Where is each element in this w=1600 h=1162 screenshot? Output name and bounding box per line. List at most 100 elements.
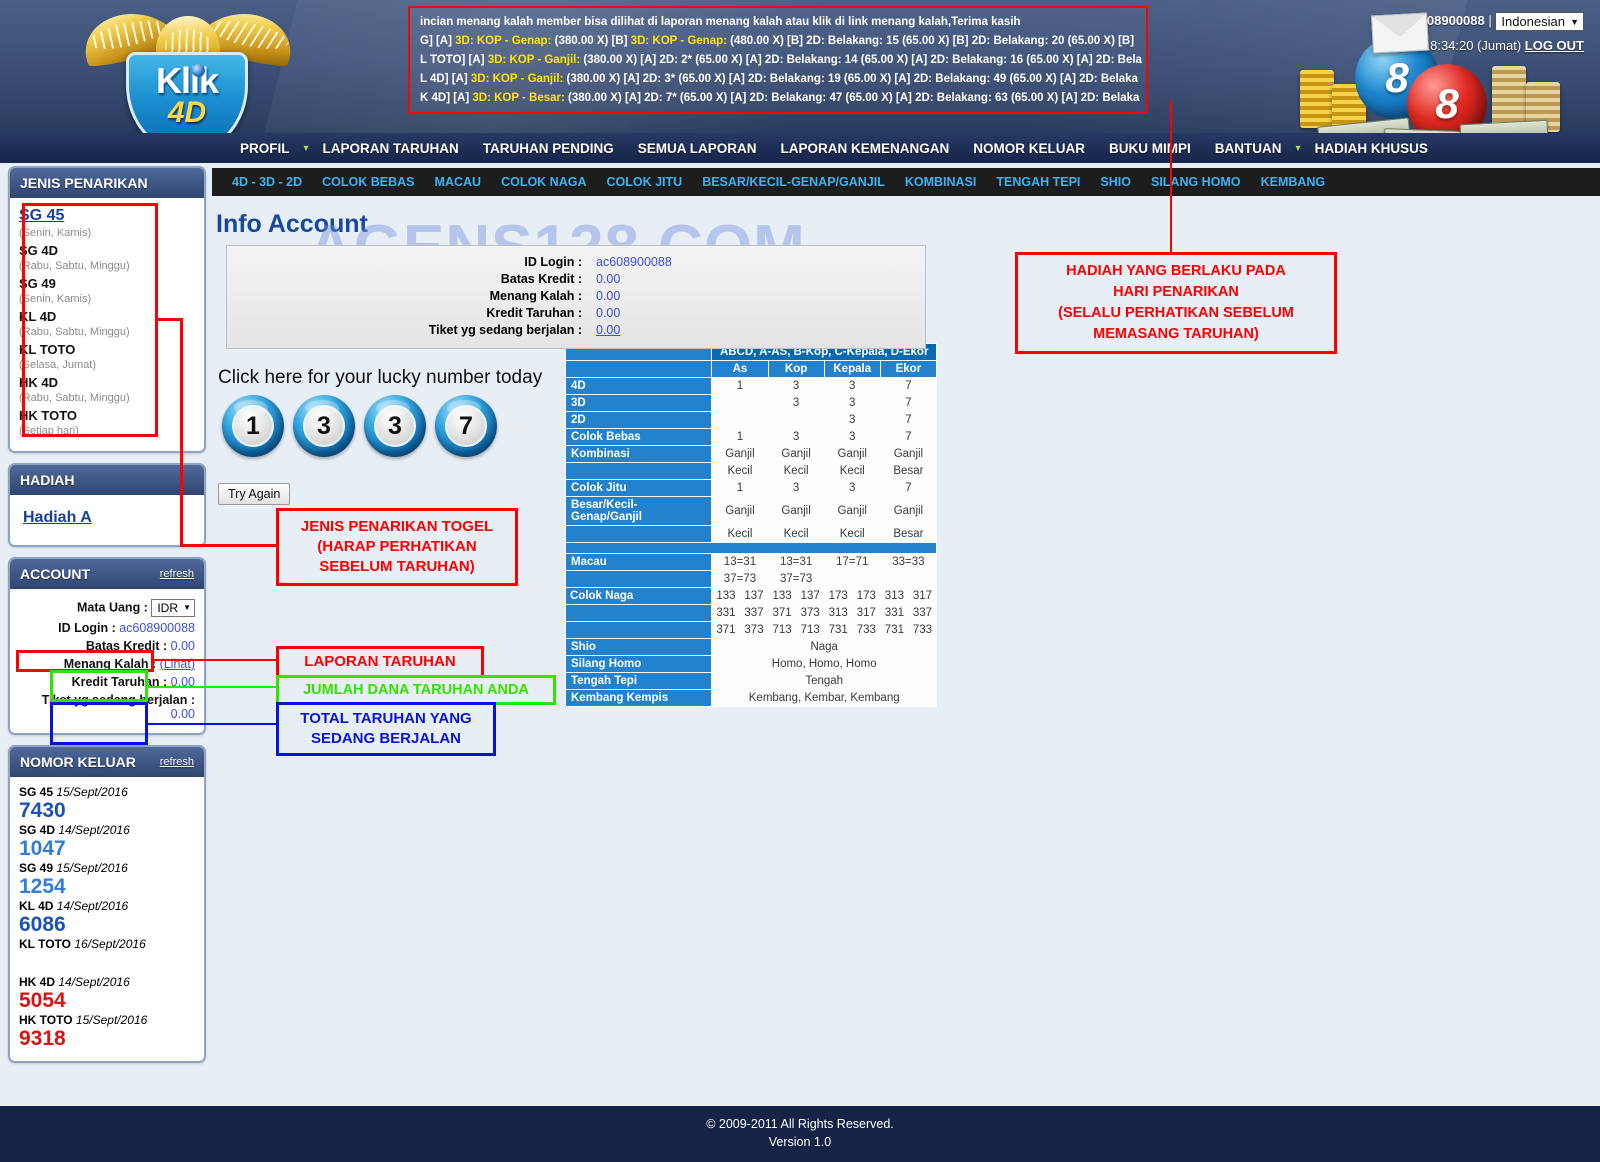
table-row: Silang Homo Homo, Homo, Homo	[564, 655, 937, 673]
currency-label: Mata Uang :	[77, 600, 148, 615]
marquee-text-fragment: (480.00 X) [B] 2D: Belakang: 15 (65.00 X…	[726, 35, 1135, 47]
table-cell: 13=31	[767, 553, 825, 571]
nav-item-bantuan[interactable]: BANTUAN	[1203, 141, 1294, 156]
subnav-item-kembang[interactable]: KEMBANG	[1251, 175, 1336, 189]
nomor-keluar-item: KL TOTO 16/Sept/2016	[19, 937, 195, 974]
nomor-keluar-label: KL 4D 14/Sept/2016	[19, 899, 195, 913]
nav-item-hadiah-khusus[interactable]: HADIAH KHUSUS	[1303, 141, 1440, 156]
annotation-line: JENIS PENARIKAN TOGEL	[300, 518, 494, 535]
naga-number: 137	[796, 588, 825, 604]
naga-number: 313	[824, 605, 853, 621]
nomor-keluar-draw: SG 49	[19, 861, 57, 875]
nav-item-laporan-taruhan[interactable]: LAPORAN TARUHAN	[311, 141, 471, 156]
nav-item-semua-laporan[interactable]: SEMUA LAPORAN	[626, 141, 769, 156]
table-cell: 7	[879, 411, 938, 429]
lucky-ball-3[interactable]: 3	[364, 395, 426, 457]
table-row-label: Shio	[564, 638, 713, 656]
subnav-item-macau[interactable]: MACAU	[425, 175, 492, 189]
nomor-keluar-draw: HK TOTO	[19, 1013, 76, 1027]
table-row: Colok Jitu 1 3 3 7	[564, 479, 938, 497]
table-row-label: Colok Jitu	[564, 479, 713, 497]
chevron-down-icon[interactable]: ▾	[1294, 143, 1303, 154]
site-logo[interactable]: Klik 4D	[72, 2, 304, 154]
nomor-keluar-date: 15/Sept/2016	[56, 785, 128, 799]
currency-select[interactable]: IDR ▼	[151, 599, 195, 617]
table-row: Kombinasi Ganjil Ganjil Ganjil Ganjil	[564, 445, 938, 463]
currency-value: IDR	[157, 601, 178, 615]
subnav-item-silang-homo[interactable]: SILANG HOMO	[1141, 175, 1251, 189]
table-col-header-ekor: Ekor	[879, 360, 938, 378]
nav-item-buku-mimpi[interactable]: BUKU MIMPI	[1097, 141, 1203, 156]
table-cell: Kecil	[767, 462, 825, 480]
nav-item-profil[interactable]: PROFIL	[228, 141, 302, 156]
hadiah-a-link[interactable]: Hadiah A	[23, 509, 92, 527]
subnav-item-colok-naga[interactable]: COLOK NAGA	[491, 175, 596, 189]
nomor-keluar-number: 7430	[19, 799, 66, 822]
table-row-label: 2D	[564, 411, 713, 429]
subnav-item-colok-jitu[interactable]: COLOK JITU	[596, 175, 692, 189]
lucky-ball-4[interactable]: 7	[435, 395, 497, 457]
chevron-down-icon[interactable]: ▾	[302, 143, 311, 154]
panel-header: NOMOR KELUAR refresh	[10, 747, 204, 777]
marquee-line-3: L 4D] [A] 3D: KOP - Ganjil: (380.00 X) […	[420, 70, 1146, 89]
table-cell	[823, 570, 881, 588]
page-title: Info Account	[216, 210, 368, 238]
table-col-header-kop: Kop	[767, 360, 825, 378]
announcement-marquee: incian menang kalah member bisa dilihat …	[408, 6, 1148, 114]
naga-number: 731	[824, 622, 853, 638]
panel-title: JENIS PENARIKAN	[20, 175, 148, 191]
subnav-item-colok-bebas[interactable]: COLOK BEBAS	[312, 175, 424, 189]
annotation-line: (HARAP PERHATIKAN	[317, 538, 477, 555]
subnav-item-4d-3d-2d[interactable]: 4D - 3D - 2D	[222, 175, 312, 189]
lucky-ball-2[interactable]: 3	[293, 395, 355, 457]
nomor-keluar-date: 15/Sept/2016	[75, 1013, 148, 1027]
account-refresh-link[interactable]: refresh	[160, 568, 194, 580]
table-row-label: Kombinasi	[564, 445, 713, 463]
table-cell: Ganjil	[711, 496, 769, 526]
table-cell: 3	[767, 479, 825, 497]
table-cell: 3	[823, 411, 881, 429]
info-row: Batas Kredit : 0.00	[227, 270, 925, 287]
naga-number: 713	[796, 622, 825, 638]
info-row-value[interactable]: 0.00	[582, 323, 702, 337]
naga-number: 371	[768, 605, 797, 621]
subnav-item-shio[interactable]: SHIO	[1090, 175, 1141, 189]
subnav-item-tengah-tepi[interactable]: TENGAH TEPI	[986, 175, 1090, 189]
table-row-label: Silang Homo	[564, 655, 713, 673]
nomor-keluar-date: 14/Sept/2016	[56, 899, 129, 913]
nomor-keluar-date: 14/Sept/2016	[58, 823, 130, 837]
table-cell: Kecil	[823, 525, 881, 543]
highlight-tiket-berjalan	[50, 702, 148, 745]
info-row-value: ac608900088	[596, 254, 672, 269]
nomor-keluar-refresh-link[interactable]: refresh	[160, 756, 194, 768]
nav-item-nomor-keluar[interactable]: NOMOR KELUAR	[961, 141, 1097, 156]
nomor-keluar-label: SG 49 15/Sept/2016	[19, 861, 195, 875]
marquee-text-fragment: L 4D] [A]	[420, 73, 471, 85]
panel-title: NOMOR KELUAR	[20, 754, 136, 770]
tiket-berjalan-link[interactable]: 0.00	[596, 323, 620, 337]
subnav-item-besar-kecil-genap-ganjil[interactable]: BESAR/KECIL-GENAP/GANJIL	[692, 175, 895, 189]
table-cell: 3	[823, 479, 881, 497]
subnav-item-kombinasi[interactable]: KOMBINASI	[895, 175, 987, 189]
marquee-text-fragment: (380.00 X) [A] 2D: 2* (65.00 X) [A] 2D: …	[580, 54, 1142, 66]
table-row: As Kop Kepala Ekor	[564, 360, 938, 378]
table-cell-group: 133 137 133 137 173 173 313 317	[711, 587, 937, 605]
annotation-line: SEDANG BERJALAN	[310, 730, 461, 747]
naga-number: 313	[880, 588, 909, 604]
lucky-ball-1[interactable]: 1	[222, 395, 284, 457]
marquee-text-fragment: K 4D] [A]	[420, 92, 473, 104]
annotation-jenis-penarikan: JENIS PENARIKAN TOGEL (HARAP PERHATIKAN SE…	[276, 508, 518, 586]
lucky-ball-number: 1	[232, 405, 274, 447]
try-again-button[interactable]: Try Again	[218, 483, 291, 505]
table-row: Colok Bebas 1 3 3 7	[564, 428, 938, 446]
table-cell	[879, 570, 938, 588]
annotation-line: (SELALU PERHATIKAN SEBELUM	[1058, 305, 1294, 321]
envelope-icon	[1371, 12, 1429, 54]
nav-item-taruhan-pending[interactable]: TARUHAN PENDING	[471, 141, 626, 156]
table-row: 371 373 713 713 731 733 731 733	[564, 621, 937, 639]
info-row-label: Menang Kalah :	[489, 288, 582, 303]
table-row: Kembang Kempis Kembang, Kembar, Kembang	[564, 689, 937, 707]
nav-item-laporan-kemenangan[interactable]: LAPORAN KEMENANGAN	[769, 141, 962, 156]
table-cell: 17=71	[823, 553, 881, 571]
marquee-text-fragment: (380.00 X) [A] 2D: 3* (65.00 X) [A] 2D: …	[563, 73, 1138, 85]
